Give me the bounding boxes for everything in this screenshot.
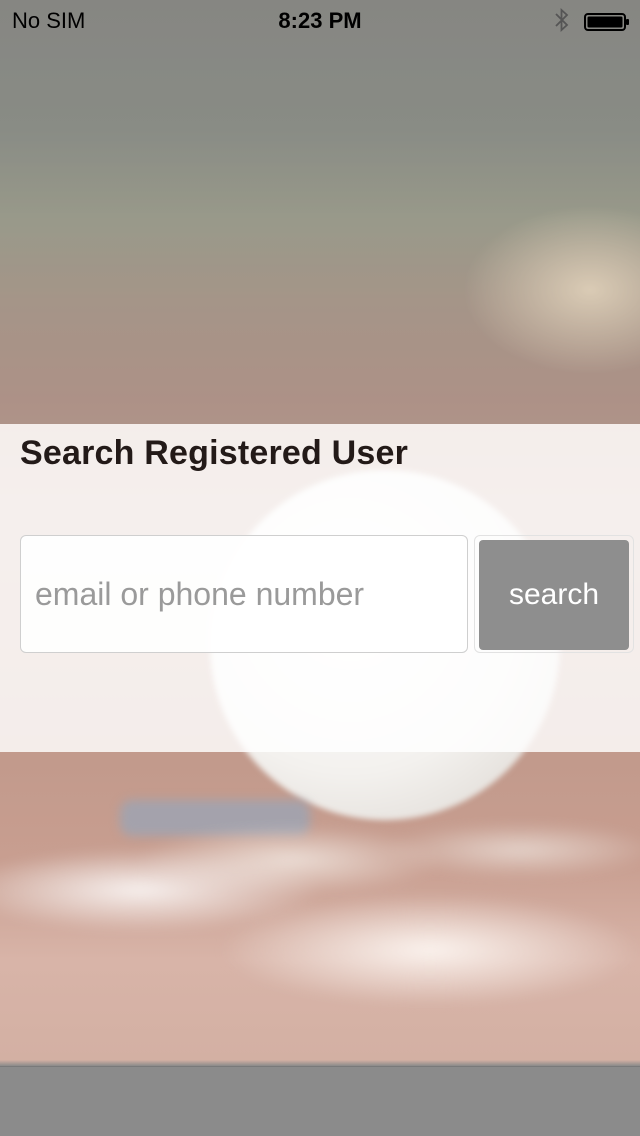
top-dim-overlay bbox=[0, 0, 640, 424]
status-bar: No SIM 8:23 PM bbox=[0, 0, 640, 40]
search-button[interactable]: search bbox=[479, 540, 629, 650]
search-input[interactable] bbox=[20, 535, 468, 653]
search-panel: Search Registered User search bbox=[0, 424, 640, 752]
dirt-image bbox=[0, 800, 640, 1060]
status-time: 8:23 PM bbox=[278, 8, 362, 33]
bluetooth-icon bbox=[554, 7, 570, 33]
bottom-bar bbox=[0, 1066, 640, 1136]
battery-icon bbox=[584, 11, 630, 31]
search-button-frame: search bbox=[474, 535, 634, 653]
page-title: Search Registered User bbox=[20, 434, 409, 472]
